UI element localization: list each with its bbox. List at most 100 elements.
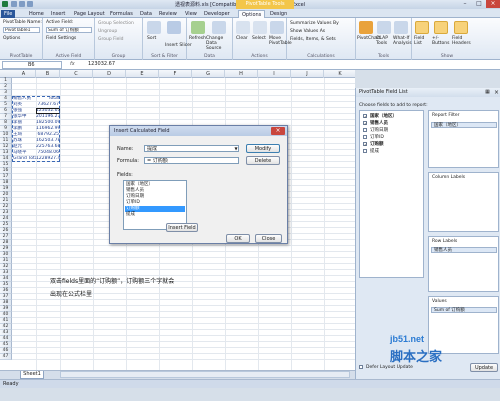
tab-data[interactable]: Data [137,10,155,18]
column-header[interactable]: I [258,70,291,78]
report-filter-area[interactable]: Report Filter 国家（地区） [428,110,499,168]
column-header[interactable]: C [60,70,93,78]
group-selection-button[interactable]: Group Selection [98,21,134,26]
sort-button[interactable]: Sort [147,36,156,41]
formula-input[interactable]: 123032.67 [88,61,115,67]
horizontal-scrollbar[interactable] [60,371,350,378]
defer-update-checkbox[interactable] [359,365,363,369]
column-header[interactable]: J [291,70,324,78]
column-header[interactable]: K [324,70,355,78]
list-item[interactable]: 提成 [125,212,185,218]
tab-design[interactable]: Design [267,10,290,18]
sheet-tab[interactable]: Sheet1 [20,371,44,379]
column-header[interactable]: D [93,70,126,78]
formula-input[interactable]: = 订购额 [144,157,239,164]
clear-button[interactable]: Clear [236,36,248,41]
pivottable-name-input[interactable]: PivotTable1 [3,27,40,33]
column-labels-area[interactable]: Column Labels [428,172,499,232]
field-list-icon[interactable] [415,21,429,34]
field-checkbox[interactable]: ✓ [363,121,367,126]
gridline [12,341,355,342]
options-button[interactable]: Options [3,36,20,41]
column-header[interactable]: G [192,70,225,78]
buttons-toggle-icon[interactable] [434,21,448,34]
report-filter-field[interactable]: 国家（地区） [431,122,497,128]
clear-icon[interactable] [236,21,250,34]
pivotchart-icon[interactable] [359,21,373,34]
update-button[interactable]: Update [470,363,498,372]
pane-close-icon[interactable]: × [493,89,500,96]
row-labels-area[interactable]: Row Labels 销售人员 [428,236,499,292]
field-settings-button[interactable]: Field Settings [46,36,76,41]
ungroup-button[interactable]: Ungroup [98,29,117,34]
delete-button[interactable]: Delete [246,156,280,165]
row-labels-field[interactable]: 销售人员 [431,247,497,253]
what-if-analysis-button[interactable]: What-If Analysis [393,36,412,46]
field-headers-button[interactable]: Field Headers [452,36,476,46]
tab-review[interactable]: Review [156,10,180,18]
tab-developer[interactable]: Developer [201,10,233,18]
values-field[interactable]: Sum of 订购额 [431,307,497,313]
redo-icon[interactable] [27,1,33,7]
close-button[interactable]: Close [255,234,282,243]
modify-button[interactable]: Modify [246,144,280,153]
ribbon-group-active-field: Active Field: Sum of 订购额 Field Settings … [43,18,95,60]
minimize-icon[interactable]: – [458,0,472,8]
olap-tools-button[interactable]: OLAP Tools [376,36,390,46]
select-button[interactable]: Select [252,36,266,41]
refresh-button[interactable]: Refresh [189,36,206,41]
tab-options[interactable]: Options [238,10,266,18]
insert-field-button[interactable]: Insert Field [166,223,198,232]
name-dropdown-icon[interactable]: ▼ [233,146,239,151]
maximize-icon[interactable]: □ [472,0,486,8]
fields-items-sets-button[interactable]: Fields, Items, & Sets [290,37,336,42]
sort-icon[interactable] [147,21,161,34]
tab-insert[interactable]: Insert [48,10,68,18]
tab-file[interactable]: File [1,10,16,18]
close-icon[interactable]: × [486,0,500,8]
gridline [12,287,355,288]
pane-layout-icon[interactable]: ▦ [484,89,491,96]
slicer-icon[interactable] [167,21,181,34]
field-list-button[interactable]: Field List [414,36,431,46]
field-checkbox[interactable]: ✓ [363,142,367,147]
buttons-toggle-button[interactable]: +/- Buttons [432,36,450,46]
field-checkbox[interactable] [363,128,367,132]
fx-icon[interactable]: fx [70,61,75,67]
move-pivottable-button[interactable]: Move PivotTable [269,36,292,46]
column-headers: ABCDEFGHIJK [0,70,355,78]
column-header[interactable]: B [36,70,60,78]
gridline [12,245,355,246]
what-if-icon[interactable] [394,21,408,34]
dialog-close-icon[interactable]: × [271,127,285,135]
field-checkbox[interactable]: ✓ [363,114,367,119]
field-checkbox[interactable] [363,135,367,139]
select-icon[interactable] [253,21,267,34]
summarize-values-button[interactable]: Summarize Values By [290,21,339,26]
row-header[interactable]: 47 [0,354,12,360]
excel-icon [2,1,8,7]
column-header[interactable]: E [126,70,159,78]
change-data-source-button[interactable]: Change Data Source [206,36,232,51]
active-field-input[interactable]: Sum of 订购额 [46,27,92,33]
field-checkbox[interactable] [363,149,367,153]
change-source-icon[interactable] [212,21,226,34]
tab-formulas[interactable]: Formulas [107,10,136,18]
save-icon[interactable] [11,1,17,7]
name-input[interactable]: 提成 [144,145,239,152]
column-header[interactable]: A [12,70,36,78]
tab-view[interactable]: View [182,10,200,18]
olap-tools-icon[interactable] [377,21,391,34]
undo-icon[interactable] [19,1,25,7]
move-pivottable-icon[interactable] [270,21,284,34]
ok-button[interactable]: OK [226,234,250,243]
name-box[interactable]: B6 [2,61,62,69]
show-values-as-button[interactable]: Show Values As [290,29,325,34]
column-header[interactable]: F [159,70,192,78]
refresh-icon[interactable] [191,21,205,34]
field-headers-icon[interactable] [454,21,468,34]
tab-home[interactable]: Home [26,10,47,18]
tab-page-layout[interactable]: Page Layout [71,10,108,18]
group-field-button[interactable]: Group Field [98,37,124,42]
column-header[interactable]: H [225,70,258,78]
